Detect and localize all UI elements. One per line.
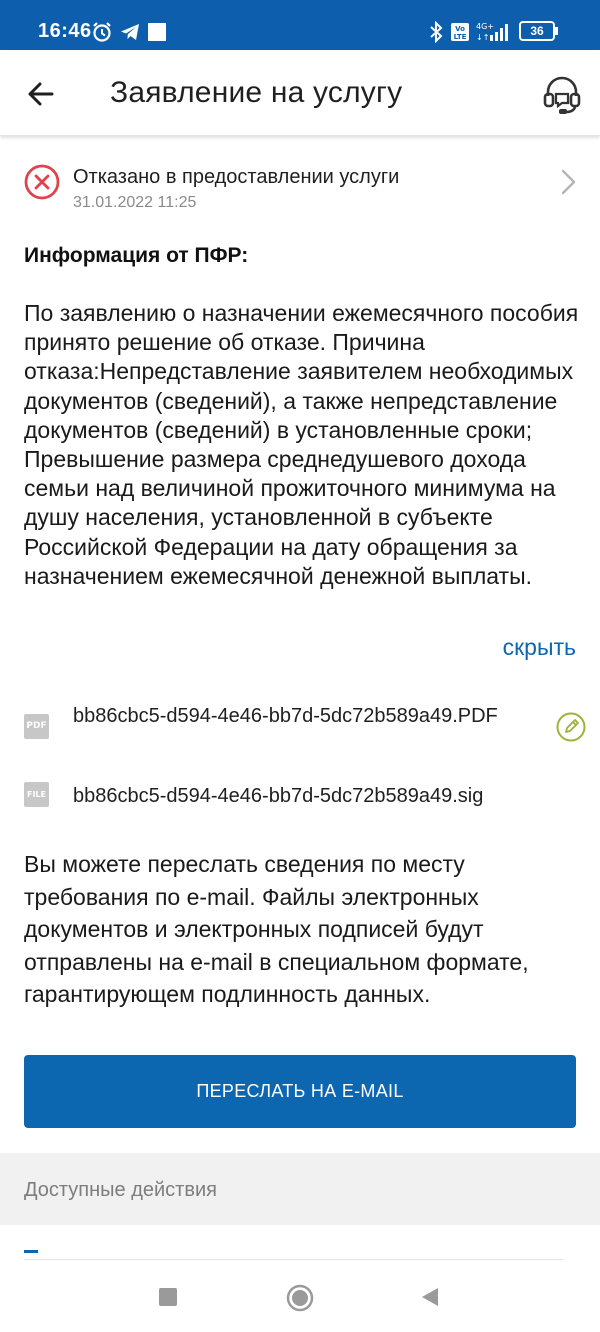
status-time: 16:46 [38, 20, 92, 42]
system-nav-bar [0, 1262, 600, 1332]
arrow-left-icon [28, 82, 54, 106]
home-circle-icon [286, 1284, 314, 1312]
back-nav-button[interactable] [420, 1287, 440, 1307]
file-name: bb86cbc5-d594-4e46-bb7d-5dc72b589a49.sig [73, 785, 484, 807]
volte-icon: Vo LTE [450, 20, 470, 44]
support-button[interactable] [540, 72, 584, 116]
file-row-pdf[interactable]: PDF bb86cbc5-d594-4e46-bb7d-5dc72b589a49… [0, 700, 600, 756]
svg-text:4G+: 4G+ [476, 22, 494, 31]
home-button[interactable] [286, 1284, 314, 1312]
info-body: По заявлению о назначении ежемесячного п… [24, 300, 579, 589]
telegram-icon [118, 20, 142, 44]
send-email-button[interactable]: ПЕРЕСЛАТЬ НА E-MAIL [24, 1055, 576, 1128]
application-status-row[interactable]: Отказано в предоставлении услуги 31.01.2… [0, 150, 600, 222]
app-bar: Заявление на услугу [0, 50, 600, 136]
recents-button[interactable] [158, 1287, 178, 1307]
hide-link[interactable]: скрыть [503, 634, 576, 661]
pen-icon[interactable] [556, 712, 586, 742]
screenshot-notification-icon [146, 20, 168, 44]
info-heading: Информация от ПФР: [24, 244, 249, 267]
svg-text:↓↑: ↓↑ [476, 33, 489, 42]
file-icon: FILE [24, 782, 49, 807]
triangle-back-icon [422, 1288, 438, 1306]
status-text: Отказано в предоставлении услуги [73, 166, 400, 188]
available-actions-header: Доступные действия [0, 1153, 600, 1225]
file-name: bb86cbc5-d594-4e46-bb7d-5dc72b589a49.PDF [73, 705, 498, 727]
battery-icon: 36 [519, 21, 559, 43]
email-info-text: Вы можете переслать сведения по месту тр… [24, 851, 529, 1007]
close-circle-icon [24, 164, 60, 200]
file-row-sig[interactable]: FILE bb86cbc5-d594-4e46-bb7d-5dc72b589a4… [0, 780, 600, 812]
svg-text:LTE: LTE [454, 33, 467, 41]
bluetooth-icon [428, 20, 444, 44]
headset-icon [543, 76, 581, 114]
status-date: 31.01.2022 11:25 [73, 194, 197, 211]
pdf-file-icon: PDF [24, 714, 49, 739]
actions-list-peek [24, 1244, 564, 1260]
svg-text:Vo: Vo [455, 25, 465, 33]
alarm-icon [90, 20, 114, 44]
chevron-right-icon [556, 168, 580, 196]
back-button[interactable] [22, 74, 62, 114]
page-title: Заявление на услугу [110, 76, 403, 109]
available-actions-label: Доступные действия [24, 1179, 217, 1201]
battery-level: 36 [530, 24, 544, 38]
square-icon [159, 1288, 177, 1306]
status-bar: 16:46 Vo LTE 4G+ ↓↑ 36 [0, 0, 600, 50]
signal-icon: 4G+ ↓↑ [473, 20, 515, 44]
